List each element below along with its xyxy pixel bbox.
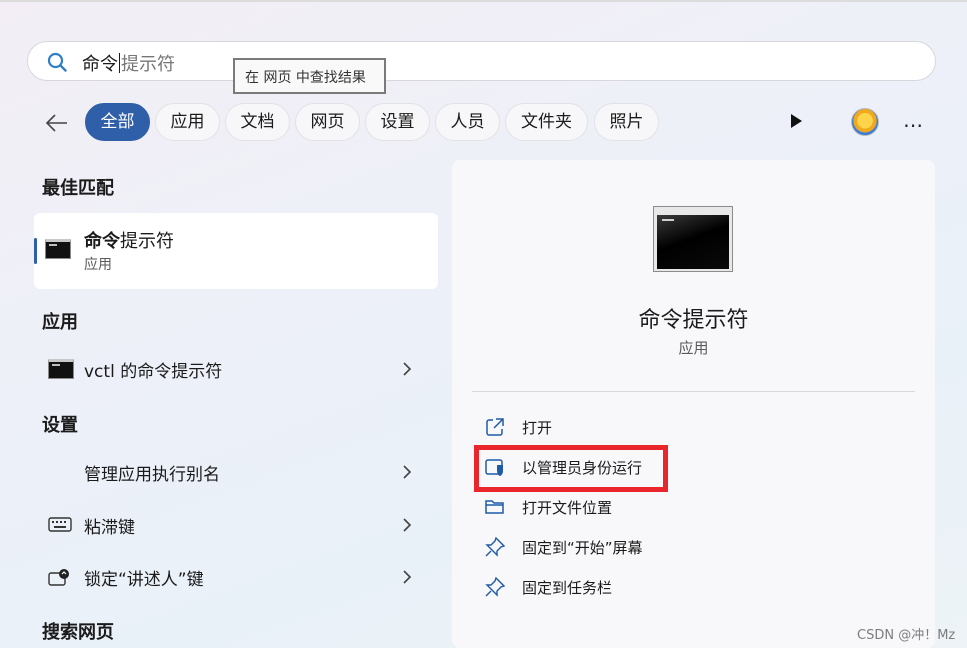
command-prompt-icon <box>48 359 74 379</box>
search-typed-text: 命令 <box>82 54 118 75</box>
filter-chip-people[interactable]: 人员 <box>435 103 500 141</box>
filter-chip-web[interactable]: 网页 <box>295 103 360 141</box>
console-screen <box>657 215 729 269</box>
chevron-right-icon[interactable] <box>402 464 412 480</box>
filter-chip-folders[interactable]: 文件夹 <box>505 103 588 141</box>
keyboard-icon <box>48 517 72 532</box>
best-match-subtitle: 应用 <box>84 257 112 273</box>
divider <box>472 391 915 392</box>
open-external-icon <box>486 418 504 436</box>
action-label: 打开文件位置 <box>522 499 613 517</box>
action-pin-to-start[interactable]: 固定到“开始”屏幕 <box>484 533 784 563</box>
folder-icon <box>485 500 504 514</box>
chevron-right-icon[interactable] <box>402 361 412 377</box>
list-item-label: vctl 的命令提示符 <box>84 362 223 382</box>
chevron-right-icon[interactable] <box>402 517 412 533</box>
filter-chip-documents[interactable]: 文档 <box>225 103 290 141</box>
action-label: 固定到任务栏 <box>522 579 613 597</box>
chevron-right-icon[interactable] <box>402 569 412 585</box>
text-caret <box>119 53 120 73</box>
play-icon[interactable] <box>788 112 804 130</box>
filter-chip-photos[interactable]: 照片 <box>594 103 659 141</box>
list-item-label: 管理应用执行别名 <box>84 465 220 485</box>
list-item-app-execution-aliases[interactable]: 管理应用执行别名 <box>34 452 438 492</box>
admin-shield-icon <box>485 459 503 476</box>
list-item-vctl-command-prompt[interactable]: vctl 的命令提示符 <box>34 349 438 389</box>
action-pin-to-taskbar[interactable]: 固定到任务栏 <box>484 573 784 603</box>
list-item-label: 粘滞键 <box>84 518 135 538</box>
avatar[interactable] <box>851 108 879 136</box>
filter-chip-all[interactable]: 全部 <box>85 103 150 141</box>
narrator-icon <box>48 569 69 586</box>
filter-chip-apps[interactable]: 应用 <box>155 103 220 141</box>
best-match-heading: 最佳匹配 <box>42 178 114 199</box>
action-label: 以管理员身份运行 <box>522 459 643 477</box>
filter-chip-settings[interactable]: 设置 <box>365 103 430 141</box>
best-match-title-rest: 提示符 <box>120 231 174 252</box>
search-box[interactable]: 命令 提示符 <box>27 41 936 81</box>
action-run-as-admin[interactable]: 以管理员身份运行 <box>484 453 784 483</box>
action-open-file-location[interactable]: 打开文件位置 <box>484 493 784 523</box>
watermark: CSDN @冲！Mz <box>857 628 956 643</box>
action-label: 打开 <box>522 419 553 437</box>
more-options-icon[interactable]: ⋯ <box>903 113 924 137</box>
pin-icon <box>485 576 506 597</box>
best-match-result[interactable]: 命令提示符 应用 <box>34 213 438 289</box>
list-item-narrator-key-lock[interactable]: 锁定“讲述人”键 <box>34 557 438 597</box>
best-match-title: 命令提示符 <box>84 227 174 253</box>
detail-panel: 命令提示符 应用 打开 以管理员身份运行 打开文件位置 固定到“开始”屏幕 固定… <box>452 160 935 648</box>
tooltip: 在 网页 中查找结果 <box>233 58 386 94</box>
pin-icon <box>485 536 506 557</box>
command-prompt-icon <box>45 239 71 259</box>
best-match-title-bold: 命令 <box>84 231 120 252</box>
console-prompt <box>662 219 674 221</box>
detail-subtitle: 应用 <box>678 339 709 357</box>
action-label: 固定到“开始”屏幕 <box>522 539 643 557</box>
list-item-sticky-keys[interactable]: 粘滞键 <box>34 505 438 545</box>
search-suggestion-text: 提示符 <box>121 54 175 75</box>
settings-heading: 设置 <box>42 415 78 436</box>
detail-title: 命令提示符 <box>638 308 749 333</box>
search-icon <box>47 52 67 72</box>
apps-heading: 应用 <box>42 312 78 333</box>
action-open[interactable]: 打开 <box>484 413 784 443</box>
command-prompt-large-icon <box>653 206 733 272</box>
list-item-label: 锁定“讲述人”键 <box>84 570 204 590</box>
search-input[interactable]: 命令 提示符 <box>82 50 175 76</box>
search-web-heading: 搜索网页 <box>42 622 114 643</box>
window-top-edge <box>0 0 967 2</box>
selection-indicator <box>34 238 37 264</box>
back-arrow-icon[interactable] <box>44 111 70 135</box>
